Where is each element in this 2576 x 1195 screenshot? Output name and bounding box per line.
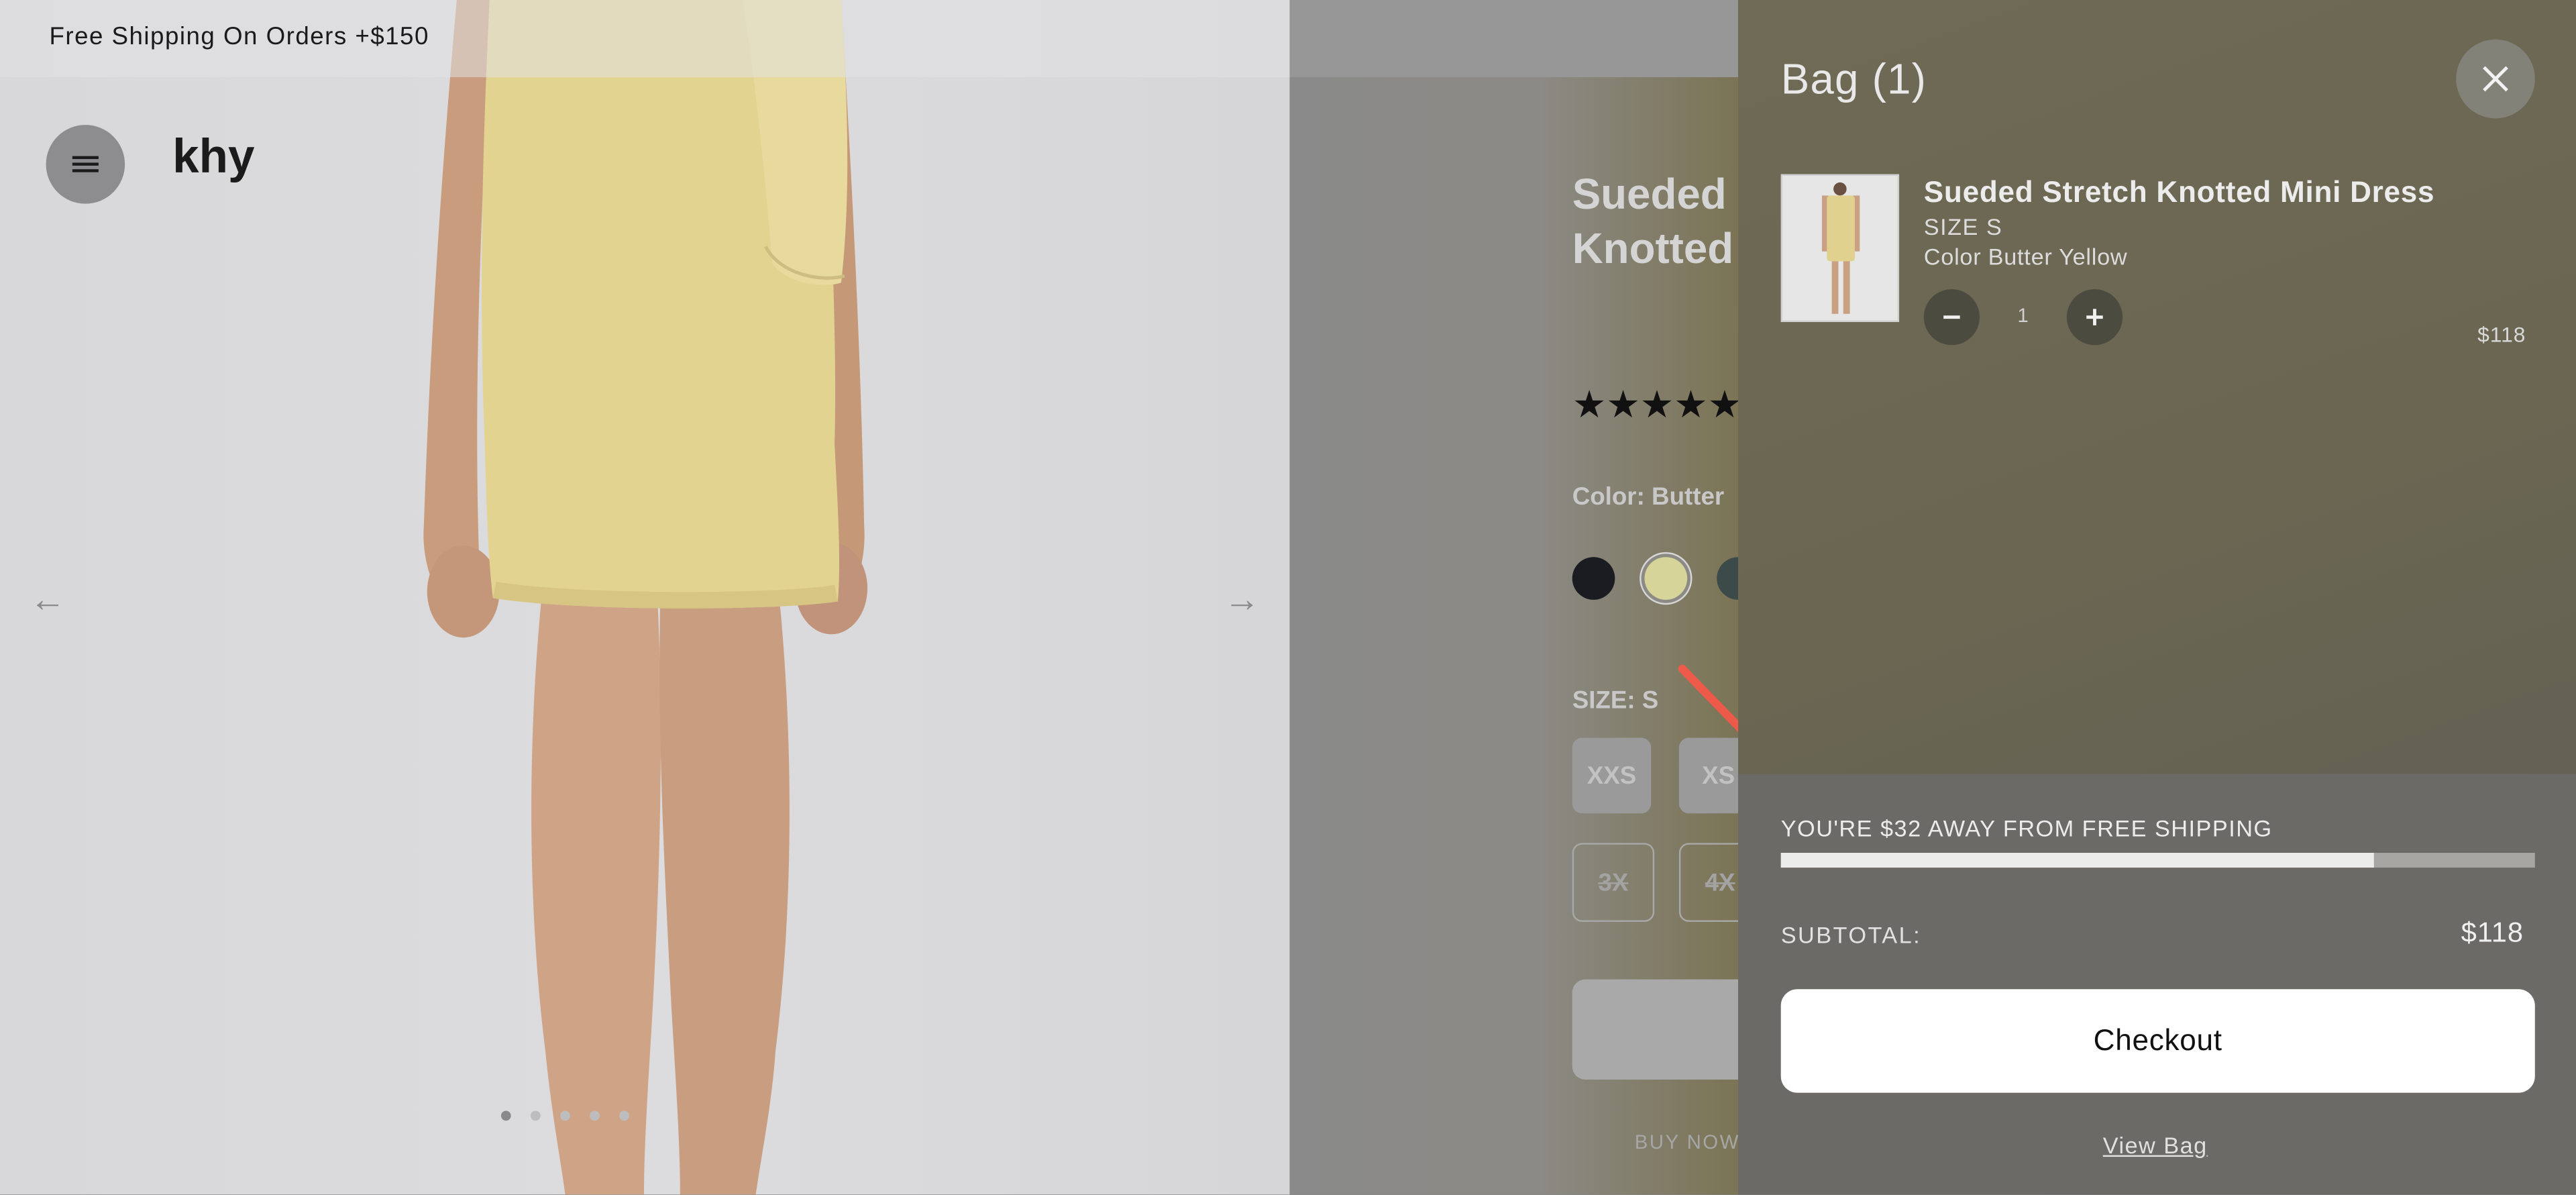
checkout-button[interactable]: Checkout: [1780, 989, 2535, 1093]
gallery-dot[interactable]: [531, 1110, 541, 1121]
hamburger-icon: [72, 156, 99, 172]
close-icon: [2483, 66, 2508, 92]
subtotal-label: SUBTOTAL:: [1780, 921, 1922, 949]
next-image-arrow-icon[interactable]: →: [1224, 578, 1260, 621]
decrease-quantity-button[interactable]: [1923, 289, 1980, 346]
plus-icon: [2086, 309, 2103, 325]
bag-item-price: $118: [2477, 322, 2526, 347]
bag-item-name[interactable]: Sueded Stretch Knotted Mini Dress: [1924, 176, 2435, 210]
promo-banner-extension: [1289, 0, 1739, 78]
gallery-dot[interactable]: [560, 1110, 570, 1121]
page: Free Shipping On Orders +$150 khy ← → Su…: [0, 0, 2576, 1195]
color-swatch[interactable]: [1717, 557, 1739, 600]
view-bag-link[interactable]: View Bag: [2103, 1132, 2208, 1158]
bag-footer: YOU'RE $32 AWAY FROM FREE SHIPPING SUBTO…: [1738, 774, 2576, 1195]
prev-image-arrow-icon[interactable]: ←: [30, 578, 66, 621]
size-option[interactable]: XXS: [1572, 737, 1652, 814]
add-to-bag-button[interactable]: [1572, 979, 1739, 1080]
gallery-dots: [500, 1110, 629, 1121]
product-image[interactable]: Free Shipping On Orders +$150 khy ← →: [0, 0, 1290, 1195]
bag-item-image: [1782, 176, 1898, 321]
quantity-value: 1: [2017, 304, 2029, 327]
gallery-dot[interactable]: [500, 1110, 511, 1121]
color-label: Color: Butter: [1572, 483, 1725, 511]
gallery-dot[interactable]: [590, 1110, 600, 1121]
product-title-line: Knotted: [1572, 223, 1734, 273]
bag-title: Bag (1): [1780, 54, 1927, 104]
increase-quantity-button[interactable]: [2066, 289, 2123, 346]
product-title-line: Sueded: [1572, 169, 1727, 219]
free-shipping-message: YOU'RE $32 AWAY FROM FREE SHIPPING: [1780, 815, 2273, 841]
minus-icon: [1943, 315, 1960, 319]
color-swatch[interactable]: [1572, 557, 1615, 600]
free-shipping-progress-fill: [1780, 853, 2375, 868]
menu-button[interactable]: [46, 125, 125, 204]
free-shipping-progress-bar: [1780, 853, 2535, 868]
buy-now-text: BUY NOW,: [1634, 1130, 1739, 1154]
product-title: Sueded Knotted: [1572, 168, 1733, 276]
close-bag-button[interactable]: [2456, 39, 2535, 119]
gallery-dot[interactable]: [619, 1110, 629, 1121]
bag-item-thumbnail[interactable]: [1780, 174, 1900, 323]
color-swatch-selected[interactable]: [1644, 557, 1688, 600]
promo-banner: Free Shipping On Orders +$150: [0, 0, 1290, 78]
rating-stars[interactable]: ★★★★★: [1572, 383, 1738, 427]
bag-item-size: SIZE S: [1923, 213, 2003, 240]
brand-logo[interactable]: khy: [172, 132, 254, 186]
size-label: SIZE: S: [1572, 686, 1659, 715]
size-option-unavailable[interactable]: 4X: [1678, 843, 1739, 922]
bag-drawer: Bag (1) Sueded Stretch Knotted Mini Dres…: [1738, 0, 2576, 1195]
subtotal-value: $118: [2461, 917, 2524, 949]
size-option-unavailable[interactable]: 3X: [1572, 843, 1655, 922]
bag-item-color: Color Butter Yellow: [1923, 243, 2128, 270]
promo-text: Free Shipping On Orders +$150: [49, 23, 429, 51]
product-info-panel: Sueded Knotted ★★★★★ Color: Butter SIZE:…: [1289, 77, 1739, 1195]
